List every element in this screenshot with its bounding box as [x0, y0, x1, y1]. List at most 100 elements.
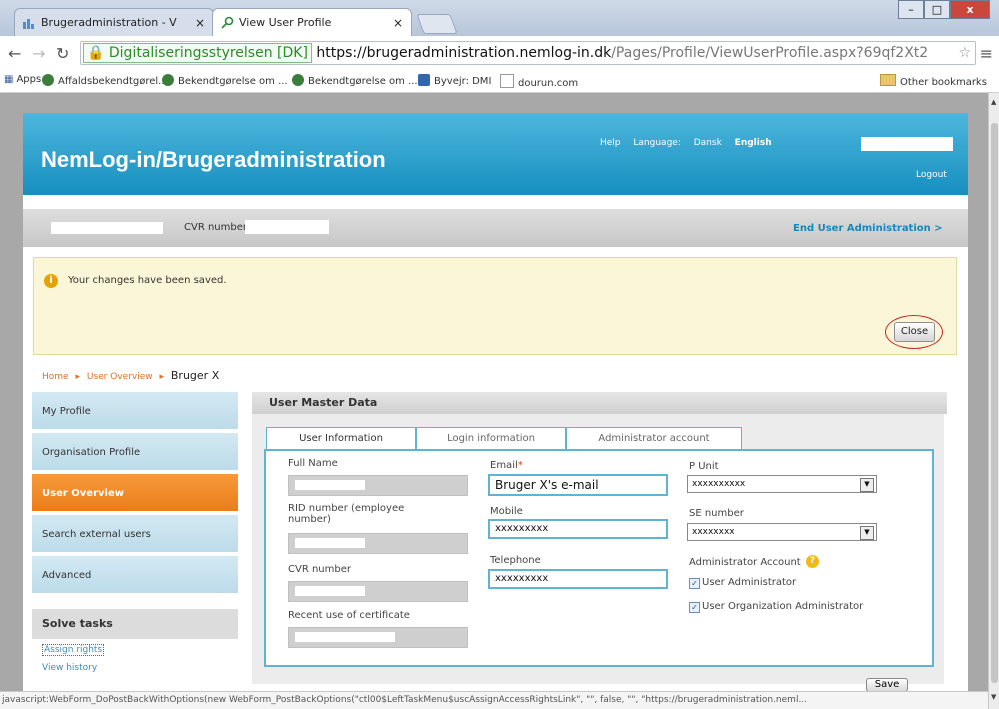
p-unit-value: xxxxxxxxxx — [692, 479, 746, 489]
tab-close-icon[interactable]: × — [195, 9, 205, 37]
bookmark-label: dourun.com — [518, 78, 579, 89]
scroll-up-icon[interactable]: ▲ — [991, 98, 996, 106]
window-close-button[interactable]: x — [950, 0, 990, 19]
email-label-text: Email — [490, 460, 518, 471]
reload-icon[interactable]: ↻ — [56, 44, 69, 63]
cvr-label: CVR number: — [184, 222, 251, 233]
sidebar-item-user-overview[interactable]: User Overview — [32, 474, 238, 513]
page-icon — [500, 74, 514, 88]
bookmark-item[interactable]: Byvejr: DMI — [418, 74, 491, 87]
globe-icon — [42, 74, 54, 86]
tab-close-icon[interactable]: × — [393, 9, 403, 37]
se-number-label: SE number — [689, 508, 744, 519]
lang-dansk-link[interactable]: Dansk — [694, 138, 722, 148]
email-label: Email* — [490, 460, 523, 471]
assign-rights-link[interactable]: Assign rights — [42, 644, 105, 656]
end-user-administration-link[interactable]: End User Administration > — [793, 223, 943, 234]
lang-english-link[interactable]: English — [735, 138, 772, 148]
sidebar-item-advanced[interactable]: Advanced — [32, 556, 238, 595]
redacted-value — [295, 586, 365, 596]
minimize-button[interactable]: – — [898, 0, 924, 19]
tab-title: Brugeradministration - V — [41, 16, 177, 29]
cvr-number-field — [288, 581, 468, 602]
checkbox-label: User Organization Administrator — [702, 601, 864, 612]
info-icon: i — [44, 274, 58, 288]
page-scrollbar[interactable]: ▲ ▼ — [988, 93, 999, 709]
browser-tab-brugeradministration[interactable]: Brugeradministration - V × — [14, 8, 214, 36]
mobile-input[interactable]: xxxxxxxxx — [488, 519, 668, 539]
chevron-down-icon: ▼ — [860, 478, 874, 492]
help-question-icon[interactable]: ? — [806, 555, 819, 568]
new-tab-button[interactable] — [416, 14, 458, 34]
view-history-link[interactable]: View history — [42, 663, 97, 673]
se-number-select[interactable]: xxxxxxxx ▼ — [687, 523, 877, 541]
browser-tab-view-user-profile[interactable]: View User Profile × — [212, 8, 412, 36]
redacted-username — [861, 137, 953, 151]
bookmark-item[interactable]: dourun.com — [500, 74, 578, 89]
url-host: https://brugeradministration.nemlog-in.d… — [316, 45, 612, 61]
success-notice: i Your changes have been saved. Close — [33, 257, 957, 355]
required-marker: * — [517, 460, 523, 471]
notice-message: Your changes have been saved. — [68, 275, 227, 286]
status-bar: javascript:WebForm_DoPostBackWithOptions… — [0, 691, 988, 709]
sidebar-item-my-profile[interactable]: My Profile — [32, 392, 238, 431]
bookmark-item[interactable]: Bekendtgørelse om ... — [292, 74, 418, 87]
maximize-button[interactable]: □ — [924, 0, 950, 19]
se-number-value: xxxxxxxx — [692, 527, 735, 537]
email-input[interactable]: Bruger X's e-mail — [488, 474, 668, 496]
bookmark-item[interactable]: Bekendtgørelse om ... — [162, 74, 288, 87]
breadcrumb-home[interactable]: Home — [42, 372, 69, 382]
user-organization-administrator-checkbox[interactable]: ✓ User Organization Administrator — [689, 601, 863, 613]
bookmark-other[interactable]: Other bookmarks — [880, 74, 987, 88]
checkbox-label: User Administrator — [702, 577, 797, 588]
breadcrumb-user-overview[interactable]: User Overview — [87, 372, 153, 382]
bookmark-label: Bekendtgørelse om ... — [308, 76, 418, 87]
telephone-label: Telephone — [490, 555, 541, 566]
p-unit-select[interactable]: xxxxxxxxxx ▼ — [687, 475, 877, 493]
tab-administrator-account[interactable]: Administrator account — [566, 427, 742, 449]
help-link[interactable]: Help — [600, 138, 621, 148]
breadcrumb-arrow-icon: ▸ — [75, 372, 80, 382]
tab-login-information[interactable]: Login information — [416, 427, 566, 449]
key-favicon-icon — [221, 16, 234, 29]
logout-link[interactable]: Logout — [916, 170, 947, 180]
window-controls: – □ x — [898, 0, 990, 20]
cvr-bar: CVR number: End User Administration > — [23, 209, 968, 247]
mobile-label: Mobile — [490, 506, 523, 517]
site-badge-label: Digitaliseringsstyrelsen [DK] — [108, 45, 308, 61]
breadcrumb-arrow-icon: ▸ — [159, 372, 165, 382]
site-title: NemLog-in/Brugeradministration — [41, 147, 386, 172]
bookmark-label: Bekendtgørelse om ... — [178, 76, 288, 87]
save-button[interactable]: Save — [866, 678, 908, 692]
bookmark-star-icon[interactable]: ☆ — [958, 42, 971, 64]
site-header: NemLog-in/Brugeradministration Help Lang… — [23, 113, 968, 195]
forward-arrow-icon[interactable]: → — [32, 44, 45, 63]
rid-number-field — [288, 533, 468, 554]
rid-number-label: RID number (employee number) — [288, 503, 405, 525]
weather-icon — [418, 74, 430, 86]
bookmark-label: Apps — [16, 74, 42, 85]
redacted-value — [295, 480, 365, 490]
apps-grid-icon: ▦ — [4, 74, 14, 85]
scroll-down-icon[interactable]: ▼ — [991, 693, 996, 701]
user-administrator-checkbox[interactable]: ✓ User Administrator — [689, 577, 796, 589]
user-master-data-heading: User Master Data — [252, 392, 947, 414]
sidebar-item-search-external-users[interactable]: Search external users — [32, 515, 238, 554]
bookmark-apps[interactable]: ▦ Apps — [4, 74, 41, 85]
checkmark-icon: ✓ — [689, 578, 700, 589]
close-button[interactable]: Close — [894, 322, 935, 342]
browser-titlebar: Brugeradministration - V × View User Pro… — [0, 0, 999, 36]
checkmark-icon: ✓ — [689, 602, 700, 613]
chevron-down-icon: ▼ — [860, 526, 874, 540]
breadcrumb-current: Bruger X — [170, 369, 220, 382]
bookmark-item[interactable]: Affaldsbekendtgørel... — [42, 74, 168, 87]
address-bar[interactable]: 🔒 Digitaliseringsstyrelsen [DK] https://… — [80, 41, 976, 65]
scrollbar-thumb[interactable] — [991, 123, 998, 683]
back-arrow-icon[interactable]: ← — [8, 44, 21, 63]
tab-user-information[interactable]: User Information — [266, 427, 416, 451]
site-identity-badge[interactable]: 🔒 Digitaliseringsstyrelsen [DK] — [83, 43, 312, 63]
telephone-input[interactable]: xxxxxxxxx — [488, 569, 668, 589]
browser-menu-icon[interactable]: ≡ — [980, 44, 993, 63]
sidebar-item-organisation-profile[interactable]: Organisation Profile — [32, 433, 238, 472]
bookmark-label: Other bookmarks — [900, 77, 987, 88]
